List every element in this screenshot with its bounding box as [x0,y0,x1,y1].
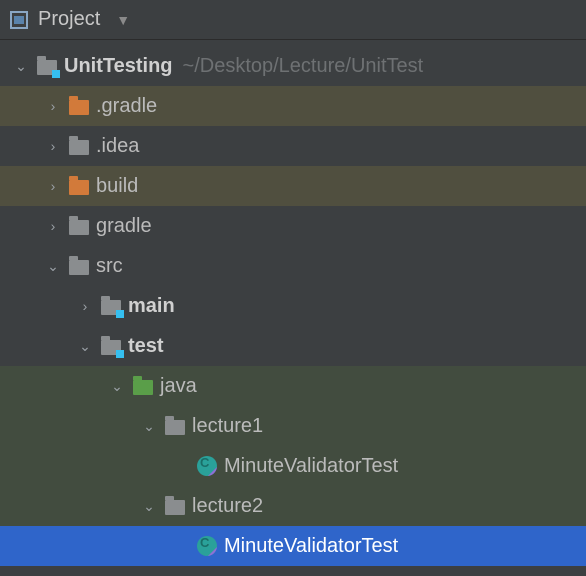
node-label: .idea [96,135,139,158]
expand-arrow-icon[interactable]: ⌄ [12,58,30,75]
tool-window-title: Project [38,8,100,31]
tree-node-root[interactable]: ⌄ UnitTesting ~/Desktop/Lecture/UnitTest [0,46,586,86]
tree-node-file-lecture2[interactable]: · MinuteValidatorTest [0,526,586,566]
tree-node-gradle-hidden[interactable]: › .gradle [0,86,586,126]
tree-node-lecture2[interactable]: ⌄ lecture2 [0,486,586,526]
node-path: ~/Desktop/Lecture/UnitTest [183,55,424,78]
test-source-folder-icon [132,375,154,397]
node-label: java [160,375,197,398]
tree-node-lecture1[interactable]: ⌄ lecture1 [0,406,586,446]
tree-node-file-lecture1[interactable]: · MinuteValidatorTest [0,446,586,486]
node-label: MinuteValidatorTest [224,455,398,478]
excluded-folder-icon [68,95,90,117]
node-label: UnitTesting [64,55,173,78]
project-view-icon [10,11,28,29]
expand-arrow-icon[interactable]: › [44,98,62,114]
node-label: gradle [96,215,152,238]
tree-node-main[interactable]: › main [0,286,586,326]
folder-icon [68,135,90,157]
view-dropdown-icon[interactable]: ▼ [116,12,130,28]
expand-arrow-icon[interactable]: › [76,298,94,314]
tree-node-idea[interactable]: › .idea [0,126,586,166]
package-icon [164,415,186,437]
node-label: lecture1 [192,415,263,438]
folder-icon [68,215,90,237]
tool-window-header: Project ▼ [0,0,586,40]
node-label: build [96,175,138,198]
tree-node-java[interactable]: ⌄ java [0,366,586,406]
expand-arrow-icon[interactable]: ⌄ [108,378,126,395]
project-tree[interactable]: ⌄ UnitTesting ~/Desktop/Lecture/UnitTest… [0,40,586,566]
folder-icon [68,255,90,277]
tree-node-gradle[interactable]: › gradle [0,206,586,246]
excluded-folder-icon [68,175,90,197]
node-label: lecture2 [192,495,263,518]
node-label: test [128,335,164,358]
tree-node-test[interactable]: ⌄ test [0,326,586,366]
module-folder-icon [36,55,58,77]
tree-node-build[interactable]: › build [0,166,586,206]
expand-arrow-icon[interactable]: ⌄ [44,258,62,275]
expand-arrow-icon[interactable]: ⌄ [76,338,94,355]
expand-arrow-icon[interactable]: ⌄ [140,418,158,435]
module-folder-icon [100,335,122,357]
module-folder-icon [100,295,122,317]
expand-arrow-icon[interactable]: › [44,138,62,154]
expand-arrow-icon[interactable]: ⌄ [140,498,158,515]
kotlin-class-icon [196,535,218,557]
node-label: main [128,295,175,318]
tree-node-src[interactable]: ⌄ src [0,246,586,286]
node-label: src [96,255,123,278]
kotlin-class-icon [196,455,218,477]
package-icon [164,495,186,517]
node-label: MinuteValidatorTest [224,535,398,558]
expand-arrow-icon[interactable]: › [44,218,62,234]
node-label: .gradle [96,95,157,118]
expand-arrow-icon[interactable]: › [44,178,62,194]
